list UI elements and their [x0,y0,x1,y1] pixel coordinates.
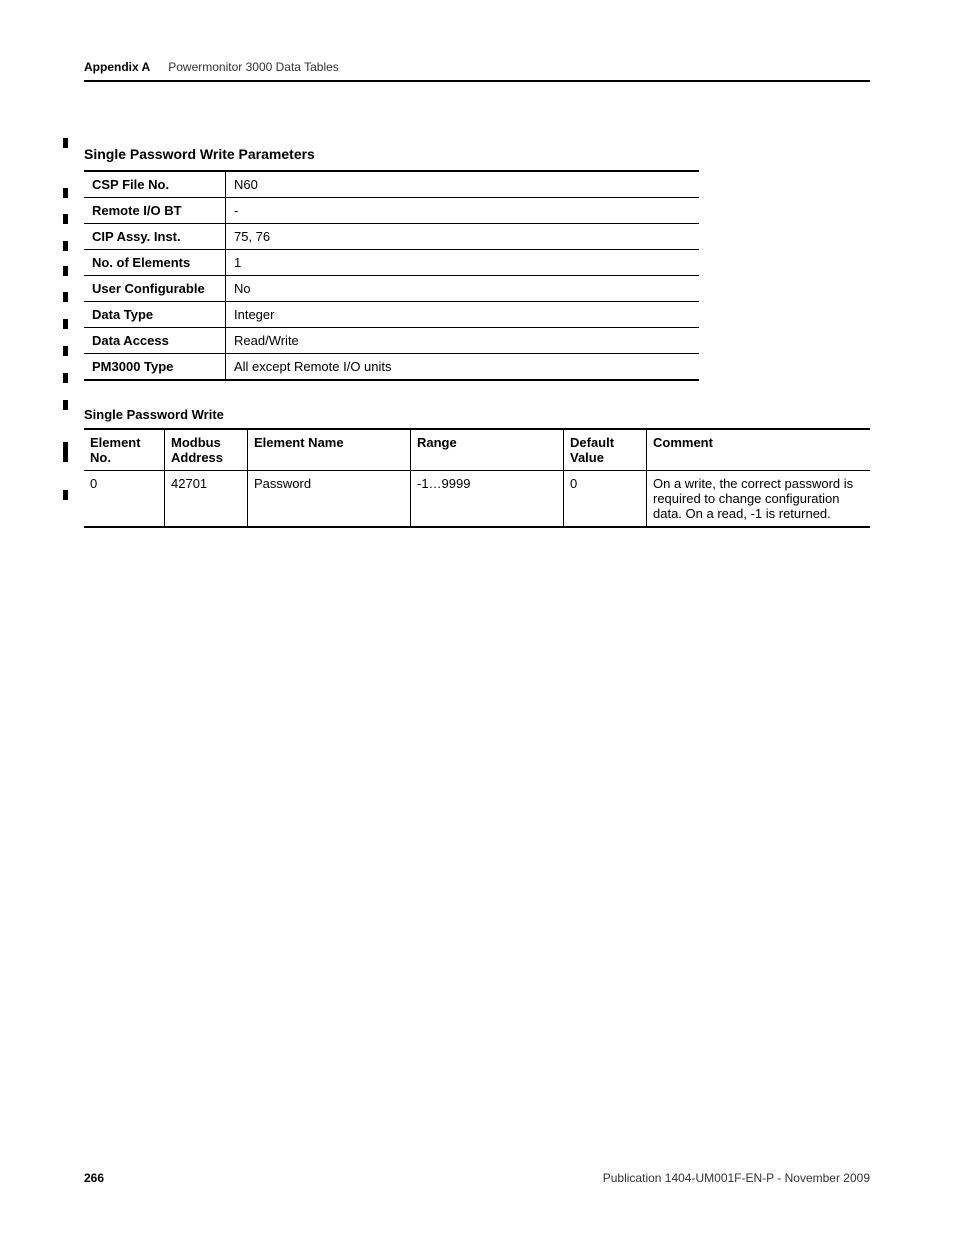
page-footer: 266 Publication 1404-UM001F-EN-P - Novem… [84,1171,870,1185]
cell-range: -1…9999 [411,471,564,528]
page: Appendix A Powermonitor 3000 Data Tables… [0,0,954,1235]
col-header-default-value: Default Value [564,429,647,471]
cell-element-no: 0 [84,471,165,528]
param-row: User Configurable No [84,276,699,302]
publication-info: Publication 1404-UM001F-EN-P - November … [603,1171,870,1185]
change-bar [63,266,68,276]
param-label: Data Type [84,302,226,328]
change-bar [63,188,68,198]
page-header: Appendix A Powermonitor 3000 Data Tables [84,60,870,82]
col-header-modbus-address: Modbus Address [165,429,248,471]
param-value: Read/Write [226,328,700,354]
param-row: PM3000 Type All except Remote I/O units [84,354,699,381]
col-header-range: Range [411,429,564,471]
param-value: 75, 76 [226,224,700,250]
param-label: User Configurable [84,276,226,302]
param-row: CSP File No. N60 [84,171,699,198]
param-value: 1 [226,250,700,276]
cell-modbus: 42701 [165,471,248,528]
change-bar [63,490,68,500]
param-label: PM3000 Type [84,354,226,381]
param-row: No. of Elements 1 [84,250,699,276]
param-value: - [226,198,700,224]
param-label: No. of Elements [84,250,226,276]
cell-comment: On a write, the correct password is requ… [647,471,871,528]
param-row: Remote I/O BT - [84,198,699,224]
change-bar [63,346,68,356]
param-label: CIP Assy. Inst. [84,224,226,250]
table-row: 0 42701 Password -1…9999 0 On a write, t… [84,471,870,528]
change-bar [63,241,68,251]
cell-element-name: Password [248,471,411,528]
change-bar [63,292,68,302]
change-bar [63,214,68,224]
table-header-row: Element No. Modbus Address Element Name … [84,429,870,471]
change-bar [63,319,68,329]
param-label: Data Access [84,328,226,354]
change-bar [63,138,68,148]
col-header-element-no: Element No. [84,429,165,471]
param-value: N60 [226,171,700,198]
param-row: Data Access Read/Write [84,328,699,354]
appendix-label: Appendix A [84,60,150,74]
col-header-element-name: Element Name [248,429,411,471]
param-value: All except Remote I/O units [226,354,700,381]
sub-section-title: Single Password Write [84,407,870,422]
param-row: Data Type Integer [84,302,699,328]
change-bar [63,400,68,410]
header-title: Powermonitor 3000 Data Tables [168,60,339,74]
param-value: No [226,276,700,302]
data-table: Element No. Modbus Address Element Name … [84,428,870,528]
param-row: CIP Assy. Inst. 75, 76 [84,224,699,250]
param-value: Integer [226,302,700,328]
parameters-table: CSP File No. N60 Remote I/O BT - CIP Ass… [84,170,699,381]
change-bar [63,442,68,462]
param-label: Remote I/O BT [84,198,226,224]
change-bar [63,373,68,383]
section-title: Single Password Write Parameters [84,146,870,162]
cell-default: 0 [564,471,647,528]
page-number: 266 [84,1171,104,1185]
param-label: CSP File No. [84,171,226,198]
col-header-comment: Comment [647,429,871,471]
